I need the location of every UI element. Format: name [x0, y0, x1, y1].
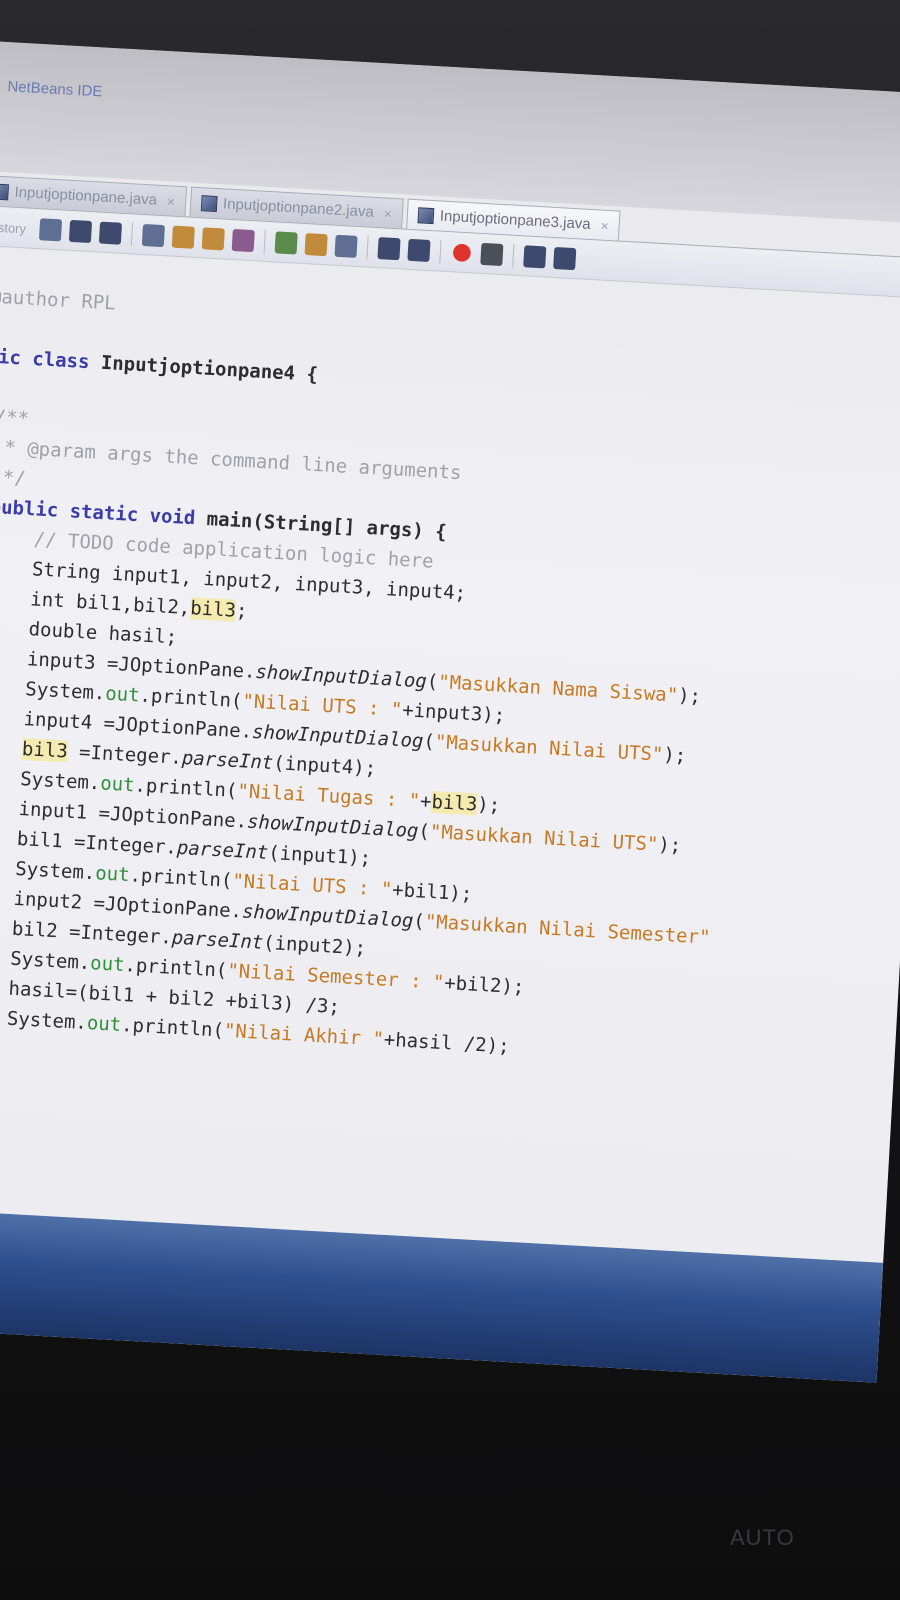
method-call: parseInt: [176, 836, 269, 864]
code-text: );: [657, 833, 682, 857]
find-prev-icon[interactable]: [172, 225, 196, 249]
code-text: System.: [9, 947, 91, 975]
monitor-photo: NetBeans IDE Inputjoptionpane.java × Inp…: [0, 0, 900, 1600]
find-next-icon[interactable]: [202, 227, 226, 251]
field-ref: out: [86, 1012, 122, 1036]
code-text: +bil1);: [391, 878, 473, 906]
prev-bookmark-icon[interactable]: [304, 233, 329, 257]
toolbar-separator: [512, 243, 515, 268]
method-call: parseInt: [171, 926, 264, 954]
code-text: (input4);: [272, 752, 377, 780]
string-literal: "Nilai UTS : ": [231, 869, 393, 901]
code-text: (input2);: [262, 931, 367, 960]
close-icon[interactable]: ×: [600, 217, 609, 233]
shift-left-icon[interactable]: [377, 237, 402, 261]
code-text: );: [662, 743, 687, 768]
java-file-icon: [417, 206, 435, 224]
code-text: =Integer.: [67, 740, 183, 769]
code-text: .println(: [128, 864, 233, 892]
method-call: parseInt: [181, 746, 274, 775]
code-text: .println(: [123, 954, 228, 982]
code-text: +bil2);: [443, 971, 525, 999]
macro-record-icon[interactable]: [450, 241, 474, 265]
code-text: System.: [14, 857, 96, 885]
code-text: .println(: [138, 684, 244, 713]
toggle-highlight-icon[interactable]: [232, 228, 256, 253]
code-text: ;: [235, 599, 249, 623]
code-text: +hasil /2);: [383, 1028, 511, 1058]
code-text: .println(: [120, 1013, 225, 1042]
close-icon[interactable]: ×: [167, 193, 176, 209]
toolbar-separator: [366, 235, 370, 260]
highlighted-identifier: bil3: [21, 738, 69, 763]
field-ref: out: [94, 862, 131, 887]
close-icon[interactable]: ×: [383, 205, 392, 221]
highlighted-identifier: bil3: [189, 597, 237, 622]
toolbar-separator: [263, 229, 267, 254]
monitor-bezel-label: AUTO: [730, 1525, 795, 1550]
code-text: (input1);: [267, 841, 372, 870]
find-icon[interactable]: [142, 223, 166, 248]
window-caption: NetBeans IDE: [6, 78, 103, 101]
tab-label: Inputjoptionpane3.java: [439, 207, 592, 233]
tab-label: Inputjoptionpane.java: [14, 183, 158, 209]
history-tab[interactable]: History: [0, 219, 26, 236]
field-ref: out: [89, 952, 126, 977]
toggle-bookmark-icon[interactable]: [275, 231, 299, 255]
string-literal: "Nilai UTS : ": [241, 690, 403, 722]
code-text: System.: [19, 767, 101, 795]
string-literal: "Nilai Akhir ": [223, 1019, 385, 1051]
history-back-icon[interactable]: [69, 219, 93, 244]
source-icon[interactable]: [39, 218, 63, 242]
comment-icon[interactable]: [523, 245, 547, 269]
code-text: System.: [6, 1007, 88, 1035]
code-text: );: [476, 793, 501, 817]
keyword: public class: [0, 343, 91, 374]
field-ref: out: [99, 772, 136, 797]
tab-label: Inputjoptionpane2.java: [222, 195, 375, 221]
javadoc-tag: * @param: [3, 436, 97, 464]
next-bookmark-icon[interactable]: [334, 234, 359, 258]
code-text: );: [677, 684, 702, 708]
code-text: +input3);: [401, 699, 506, 727]
highlighted-identifier: bil3: [430, 790, 478, 816]
code-text: System.: [24, 678, 106, 705]
ide-window: NetBeans IDE Inputjoptionpane.java × Inp…: [0, 40, 900, 1383]
taskbar: [0, 1208, 884, 1383]
java-file-icon: [0, 183, 10, 200]
uncomment-icon[interactable]: [553, 246, 577, 271]
toolbar-separator: [439, 239, 443, 264]
java-file-icon: [200, 194, 218, 212]
shift-right-icon[interactable]: [407, 238, 432, 263]
macro-stop-icon[interactable]: [480, 242, 504, 267]
code-editor[interactable]: * * @author RPL */ public class Inputjop…: [0, 250, 900, 1113]
field-ref: out: [104, 682, 141, 707]
code-text: .println(: [133, 774, 238, 803]
toolbar-separator: [131, 222, 134, 247]
history-forward-icon[interactable]: [99, 221, 123, 245]
